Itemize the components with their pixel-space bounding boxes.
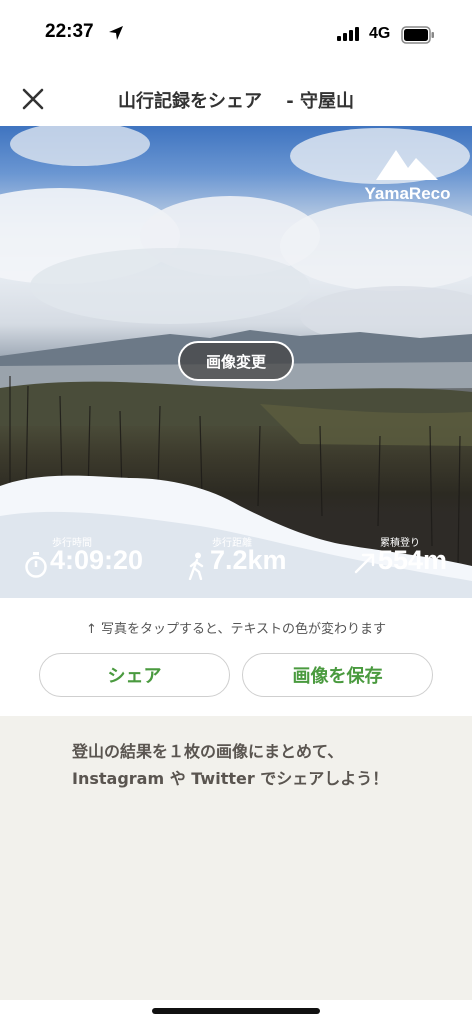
yamareco-logo: YamaReco bbox=[360, 148, 455, 208]
stat-value: 7.2km bbox=[210, 545, 287, 575]
stopwatch-icon bbox=[25, 552, 47, 578]
tap-hint: ↑ 写真をタップすると、テキストの色が変わります bbox=[85, 622, 387, 637]
stat-value: 4:09:20 bbox=[50, 545, 144, 575]
promo-text: 登山の結果を１枚の画像にまとめて、 Instagram や Twitter でシ… bbox=[72, 738, 452, 792]
nav-bar: 山行記録をシェア - 守屋山 bbox=[0, 70, 472, 126]
stat-value: 554m bbox=[378, 545, 448, 575]
status-time: 22:37 bbox=[45, 21, 94, 42]
change-image-button[interactable]: 画像変更 bbox=[178, 341, 294, 381]
walking-person-icon bbox=[188, 552, 204, 580]
signal-icon bbox=[337, 27, 359, 41]
battery-icon bbox=[401, 26, 434, 44]
logo-text: YamaReco bbox=[364, 184, 451, 203]
status-bar: 22:37 4G bbox=[0, 0, 472, 70]
share-button[interactable]: シェア bbox=[39, 653, 230, 697]
share-photo[interactable]: YamaReco 画像変更 歩行時間 4:09:20 歩行距離 7.2km 累積… bbox=[0, 126, 472, 598]
bottom-bar bbox=[0, 1000, 472, 1024]
network-label: 4G bbox=[369, 25, 391, 42]
mountain-logo-icon bbox=[376, 150, 438, 180]
page-title: 山行記録をシェア - 守屋山 bbox=[117, 91, 354, 112]
location-arrow-icon bbox=[109, 26, 123, 40]
promo-line-2: Instagram や Twitter でシェアしよう！ bbox=[72, 769, 389, 788]
up-right-arrow-icon bbox=[354, 553, 375, 574]
promo-line-1: 登山の結果を１枚の画像にまとめて、 bbox=[72, 742, 344, 761]
promo-section: 登山の結果を１枚の画像にまとめて、 Instagram や Twitter でシ… bbox=[0, 716, 472, 1000]
home-indicator[interactable] bbox=[152, 1008, 320, 1014]
save-image-button[interactable]: 画像を保存 bbox=[242, 653, 433, 697]
